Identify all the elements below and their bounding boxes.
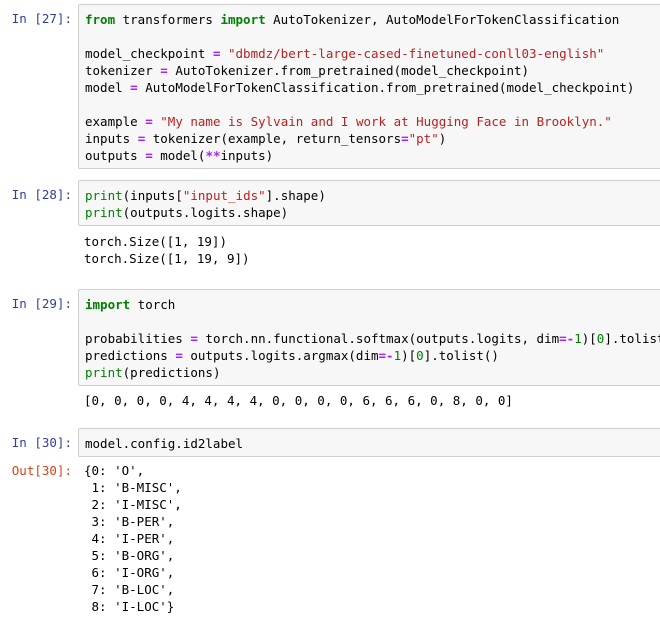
code-line: from transformers import AutoTokenizer, … [85, 11, 654, 28]
input-prompt: In [28]: [11, 187, 72, 202]
code-token: model.config.id2label [85, 436, 244, 451]
code-token: (predictions) [122, 365, 221, 380]
code-line: model = AutoModelForTokenClassification.… [85, 79, 654, 96]
code-token: = [160, 63, 168, 78]
code-line: print(outputs.logits.shape) [85, 204, 654, 221]
cell-output: [0, 0, 0, 0, 4, 4, 4, 4, 0, 0, 0, 0, 6, … [84, 392, 513, 409]
input-prompt: In [29]: [11, 296, 72, 311]
code-line: print(predictions) [85, 364, 654, 381]
code-token: "input_ids" [182, 188, 266, 203]
code-line: example = "My name is Sylvain and I work… [85, 113, 654, 130]
code-token: outputs [85, 148, 146, 163]
code-token: ) [438, 131, 447, 146]
code-token: inputs [85, 131, 138, 146]
code-token: = [190, 331, 198, 346]
code-token: print [85, 365, 123, 380]
input-prompt: In [30]: [11, 435, 72, 450]
output-line: torch.Size([1, 19, 9]) [84, 251, 250, 266]
code-editor[interactable]: model.config.id2label [78, 428, 660, 457]
code-token: ].tolist() [423, 348, 499, 363]
code-token: tokenizer(example, return_tensors [145, 131, 402, 146]
code-token: ].shape) [265, 188, 326, 203]
code-token: torch.nn.functional.softmax(outputs.logi… [197, 331, 560, 346]
code-line: model.config.id2label [85, 435, 654, 452]
code-token: predictions [85, 348, 176, 363]
code-token: print [85, 188, 123, 203]
code-line: probabilities = torch.nn.functional.soft… [85, 330, 660, 347]
code-token: = [145, 114, 153, 129]
code-token: "pt" [408, 131, 439, 146]
output-line: 3: 'B-PER', [84, 514, 175, 529]
code-token: (inputs[ [122, 188, 183, 203]
code-token: ** [205, 148, 221, 163]
code-line: tokenizer = AutoTokenizer.from_pretraine… [85, 62, 654, 79]
code-token: "dbmdz/bert-large-cased-finetuned-conll0… [228, 46, 605, 61]
cell-output: {0: 'O', 1: 'B-MISC', 2: 'I-MISC', 3: 'B… [84, 462, 182, 615]
code-token: outputs.logits.argmax(dim [182, 348, 379, 363]
output-line: torch.Size([1, 19]) [84, 234, 227, 249]
output-line: 6: 'I-ORG', [84, 565, 175, 580]
code-token: ].tolist() [604, 331, 660, 346]
code-token: )[ [401, 348, 417, 363]
code-editor[interactable]: from transformers import AutoTokenizer, … [78, 4, 660, 169]
code-token: = [130, 80, 138, 95]
code-token: 1 [574, 331, 582, 346]
code-line: model_checkpoint = "dbmdz/bert-large-cas… [85, 45, 654, 62]
code-token: =- [378, 348, 394, 363]
code-token: )[ [581, 331, 597, 346]
output-prompt: Out[30]: [11, 463, 72, 478]
code-token: AutoModelForTokenClassification.from_pre… [137, 80, 635, 95]
code-token: import [220, 12, 266, 27]
code-token: 0 [416, 348, 424, 363]
code-token: torch [130, 297, 176, 312]
cell-output: torch.Size([1, 19]) torch.Size([1, 19, 9]… [84, 233, 250, 267]
code-line: print(inputs["input_ids"].shape) [85, 187, 654, 204]
code-token: tokenizer [85, 63, 161, 78]
code-token: = [401, 131, 409, 146]
code-token: model( [152, 148, 206, 163]
input-prompt: In [27]: [11, 11, 72, 26]
output-line: 7: 'B-LOC', [84, 582, 175, 597]
code-token: =- [559, 331, 575, 346]
code-token: AutoTokenizer, AutoModelForTokenClassifi… [265, 12, 620, 27]
output-line: [0, 0, 0, 0, 4, 4, 4, 4, 0, 0, 0, 0, 6, … [84, 393, 513, 408]
code-line: predictions = outputs.logits.argmax(dim=… [85, 347, 654, 364]
code-token: import [85, 297, 131, 312]
code-line: outputs = model(**inputs) [85, 147, 654, 164]
code-token: 1 [393, 348, 402, 363]
output-line: 4: 'I-PER', [84, 531, 175, 546]
code-token: "My name is Sylvain and I work at Huggin… [160, 114, 612, 129]
code-token: probabilities [85, 331, 191, 346]
code-token: model_checkpoint [85, 46, 213, 61]
code-line: inputs = tokenizer(example, return_tenso… [85, 130, 654, 147]
code-token: = [145, 148, 153, 163]
code-token: AutoTokenizer.from_pretrained(model_chec… [167, 63, 530, 78]
code-editor[interactable]: import torch probabilities = torch.nn.fun… [78, 289, 660, 386]
code-line: import torch [85, 296, 654, 313]
code-token: transformers [115, 12, 221, 27]
output-line: 2: 'I-MISC', [84, 497, 182, 512]
code-token: (outputs.logits.shape) [122, 205, 289, 220]
code-token: inputs) [220, 148, 274, 163]
code-token: print [85, 205, 123, 220]
output-line: 8: 'I-LOC'} [84, 599, 175, 614]
code-token: from [85, 12, 116, 27]
code-editor[interactable]: print(inputs["input_ids"].shape) print(ou… [78, 180, 660, 226]
code-token: model [85, 80, 131, 95]
output-line: 1: 'B-MISC', [84, 480, 182, 495]
output-line: 5: 'B-ORG', [84, 548, 175, 563]
code-token: example [85, 114, 146, 129]
code-token: = [175, 348, 183, 363]
output-line: {0: 'O', [84, 463, 145, 478]
